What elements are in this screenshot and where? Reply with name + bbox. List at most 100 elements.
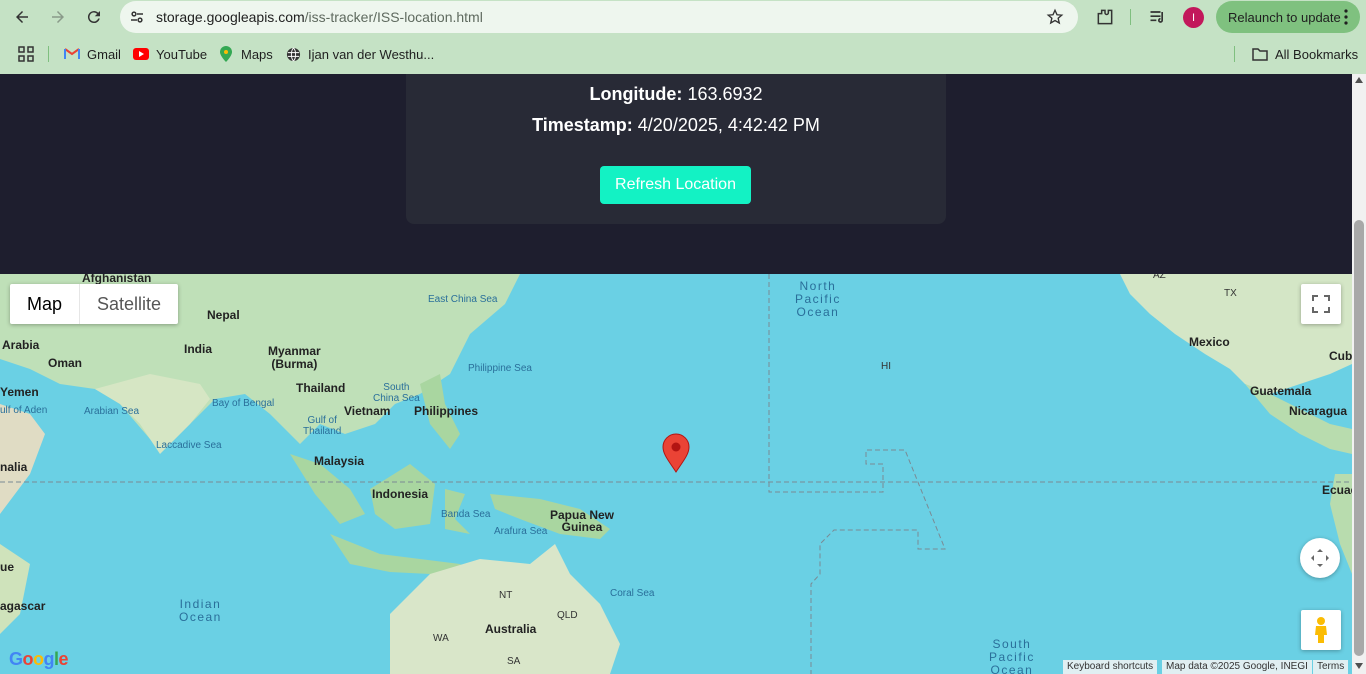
fullscreen-icon [1312, 295, 1330, 313]
map-label: Vietnam [344, 404, 391, 418]
map-label: SA [507, 656, 521, 667]
map-label: Australia [485, 622, 537, 636]
map-label: Papua New Guinea [550, 508, 615, 534]
arrow-left-icon [16, 11, 28, 23]
timestamp-label: Timestamp: [532, 115, 633, 135]
bookmark-label: Gmail [87, 46, 121, 62]
map-label: South China Sea [373, 382, 420, 404]
map-label: Cub [1329, 349, 1352, 363]
timestamp-line: Timestamp: 4/20/2025, 4:42:42 PM [406, 115, 946, 136]
relaunch-button[interactable]: Relaunch to update [1216, 1, 1360, 33]
profile-avatar[interactable]: I [1183, 7, 1204, 28]
scroll-down-icon[interactable] [1355, 663, 1363, 669]
site-info-icon[interactable] [122, 2, 152, 32]
map-label: Arabia [2, 338, 40, 352]
gmail-icon [64, 46, 80, 62]
bookmarks-bar: Gmail YouTube Maps Ijan van der Westhu..… [0, 34, 1366, 74]
address-bar[interactable]: storage.googleapis.com/iss-tracker/ISS-l… [120, 1, 1078, 33]
page-scrollbar[interactable] [1352, 74, 1366, 674]
reload-button[interactable] [76, 0, 112, 34]
extensions-icon[interactable] [1095, 7, 1115, 27]
map-type-satellite-button[interactable]: Satellite [80, 284, 178, 324]
map-data-attribution: Map data ©2025 Google, INEGI [1162, 660, 1312, 674]
map-label: nalia [0, 460, 28, 474]
keyboard-shortcuts-link[interactable]: Keyboard shortcuts [1063, 660, 1158, 674]
map-label: TX [1224, 288, 1237, 299]
map-label: Indian Ocean [179, 597, 222, 624]
fullscreen-button[interactable] [1301, 284, 1341, 324]
map-label: South Pacific Ocean [989, 637, 1035, 674]
maps-icon [218, 46, 234, 62]
bookmark-label: Ijan van der Westhu... [308, 46, 435, 62]
bookmarks-divider [48, 46, 49, 62]
map-label: North Pacific Ocean [795, 279, 841, 319]
map-label: Gulf of Thailand [303, 415, 342, 437]
map-label: Yemen [0, 385, 39, 399]
map-label: Nicaragua [1289, 404, 1348, 418]
map-type-map-button[interactable]: Map [10, 284, 81, 324]
scrollbar-thumb[interactable] [1354, 220, 1364, 656]
map-label: Philippine Sea [468, 363, 532, 374]
globe-icon [285, 46, 301, 62]
bookmark-label: Maps [241, 46, 273, 62]
media-queue-icon[interactable] [1148, 7, 1168, 27]
refresh-location-button[interactable]: Refresh Location [600, 166, 751, 204]
back-button[interactable] [4, 0, 40, 34]
map-label: India [184, 342, 213, 356]
terms-link[interactable]: Terms [1313, 660, 1349, 674]
map-label: Laccadive Sea [156, 440, 222, 451]
all-bookmarks[interactable]: All Bookmarks [1252, 46, 1358, 62]
toolbar-divider [1130, 9, 1131, 25]
apps-grid-icon[interactable] [18, 46, 34, 62]
map-label: QLD [557, 610, 578, 621]
url-path: /iss-tracker/ISS-location.html [304, 9, 483, 25]
map-label: Guatemala [1250, 384, 1312, 398]
camera-move-icon [1311, 549, 1329, 567]
date-line [768, 274, 946, 674]
bookmark-star-icon[interactable] [1046, 8, 1064, 26]
street-view-pegman[interactable] [1301, 610, 1341, 650]
folder-icon [1252, 46, 1268, 62]
map-label: Banda Sea [441, 509, 491, 520]
timestamp-value: 4/20/2025, 4:42:42 PM [637, 115, 820, 135]
url-host: storage.googleapis.com [156, 9, 305, 25]
map-label: NT [499, 590, 513, 601]
scroll-up-icon[interactable] [1355, 77, 1363, 83]
map-label: Bay of Bengal [212, 398, 275, 409]
map-label: Myanmar (Burma) [268, 344, 321, 371]
map-label: Malaysia [314, 454, 365, 468]
land-africa [0, 404, 45, 514]
map-label: AZ [1153, 274, 1166, 281]
relaunch-label: Relaunch to update [1228, 9, 1341, 25]
bookmark-maps[interactable]: Maps [218, 46, 273, 62]
page-content: Longitude: 163.6932 Timestamp: 4/20/2025… [0, 74, 1352, 674]
reload-icon [87, 11, 100, 24]
longitude-value: 163.6932 [687, 84, 763, 104]
map-label: Nepal [207, 308, 240, 322]
browser-toolbar: storage.googleapis.com/iss-tracker/ISS-l… [0, 0, 1366, 34]
google-logo: Google [9, 649, 69, 669]
more-vert-icon [1344, 9, 1348, 25]
map-label: Coral Sea [610, 588, 655, 599]
map[interactable]: Afghanistan Nepal Arabia Oman India Myan… [0, 274, 1352, 674]
bookmark-gmail[interactable]: Gmail [64, 46, 121, 62]
pegman-icon [1315, 617, 1327, 643]
iss-info-card: Longitude: 163.6932 Timestamp: 4/20/2025… [406, 74, 946, 224]
arrow-right-icon [52, 11, 64, 23]
map-label: Philippines [414, 404, 479, 418]
url-text: storage.googleapis.com/iss-tracker/ISS-l… [156, 9, 483, 25]
map-label: WA [433, 633, 449, 644]
forward-button[interactable] [40, 0, 76, 34]
camera-control-button[interactable] [1300, 538, 1340, 578]
iss-location-marker[interactable] [662, 433, 690, 473]
all-bookmarks-label: All Bookmarks [1275, 46, 1359, 62]
map-label: Indonesia [372, 487, 429, 501]
bookmark-youtube[interactable]: YouTube [133, 46, 207, 62]
bookmark-ijan[interactable]: Ijan van der Westhu... [285, 46, 434, 62]
map-label: East China Sea [428, 294, 498, 305]
map-label: ue [0, 560, 15, 574]
bookmark-label: YouTube [156, 46, 208, 62]
map-label: Ecuad [1322, 483, 1352, 497]
map-label: Mexico [1189, 335, 1230, 349]
youtube-icon [133, 46, 149, 62]
